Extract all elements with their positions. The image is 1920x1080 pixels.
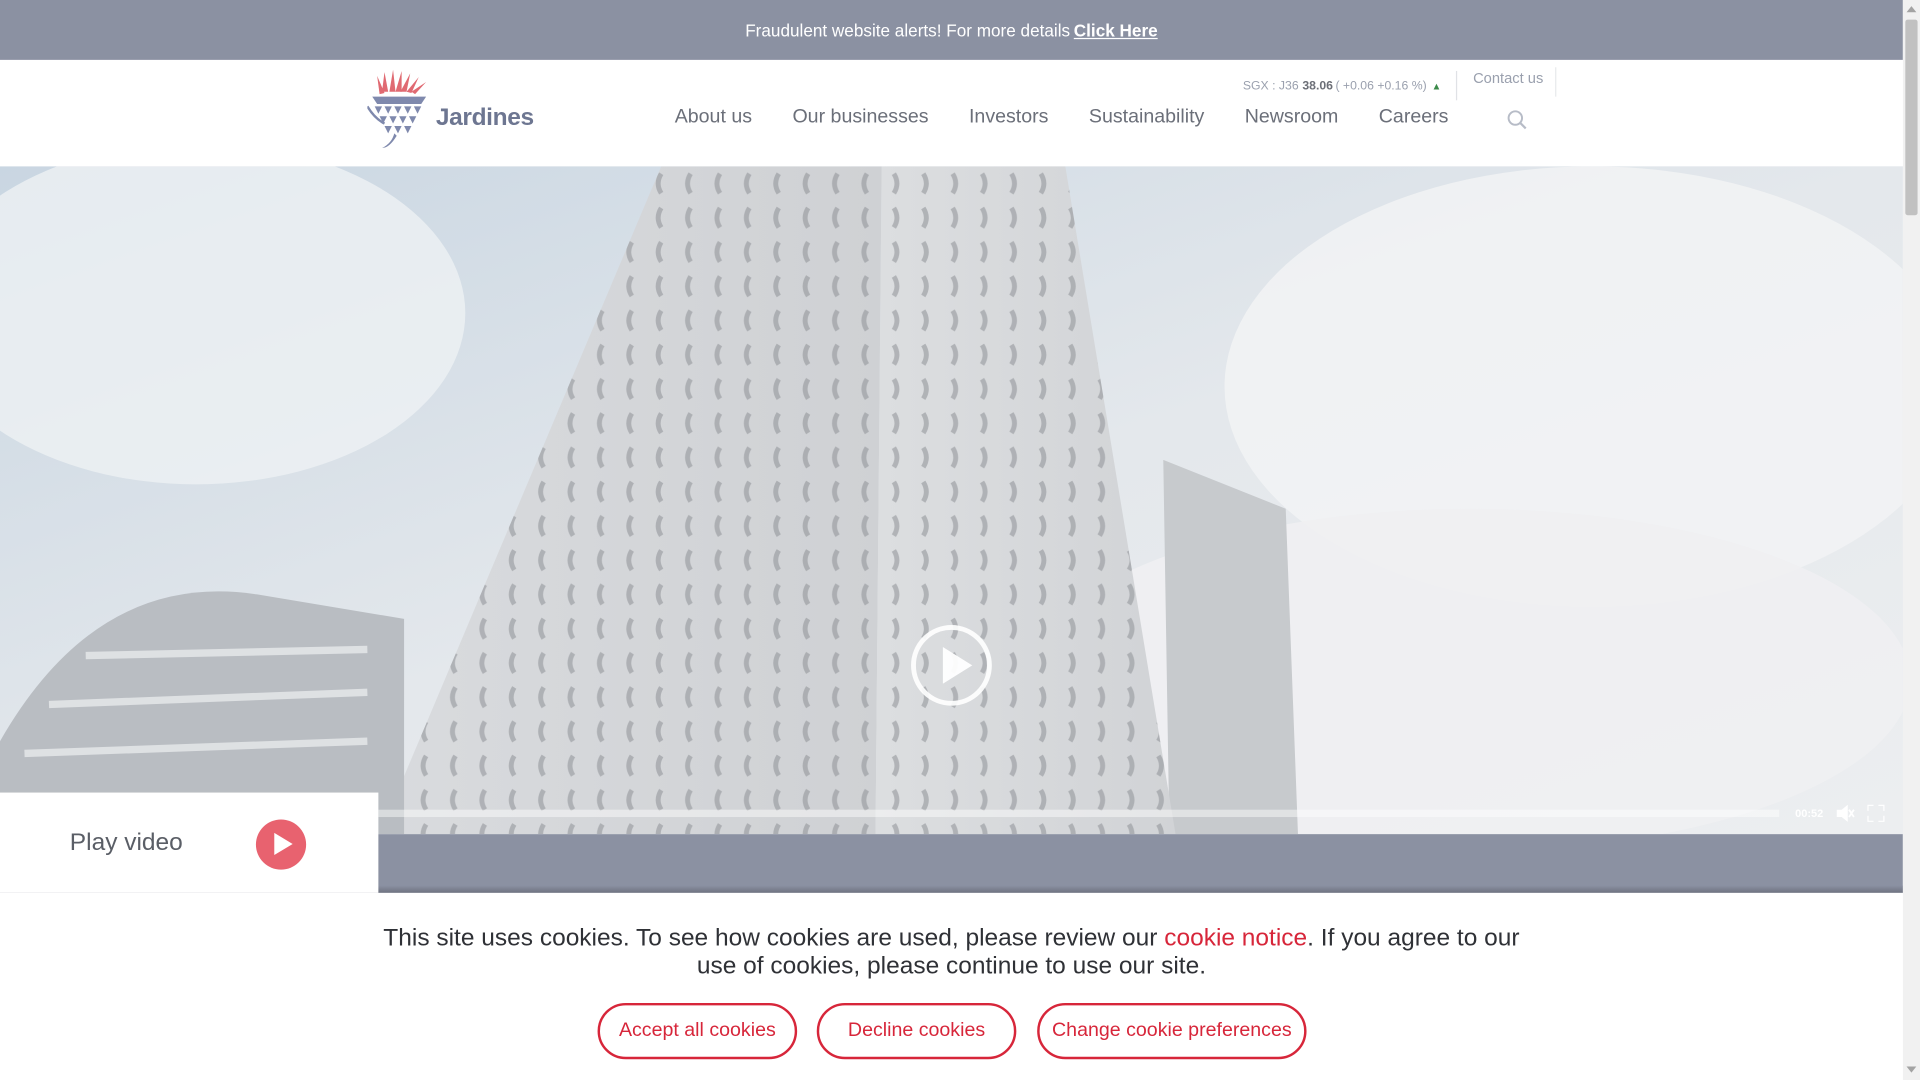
video-time: 00:52 (1795, 807, 1824, 820)
search-icon[interactable] (1506, 109, 1528, 131)
fraud-alert-link[interactable]: Click Here (1074, 20, 1158, 40)
thistle-logo-icon (367, 69, 427, 148)
site-header: Jardines SGX : J36 38.06 ( +0.06 +0.16 %… (0, 59, 1903, 167)
stock-change: ( +0.06 +0.16 %) (1335, 78, 1427, 93)
main-nav: About us Our businesses Investors Sustai… (675, 106, 1489, 128)
contact-us-link[interactable]: Contact us (1473, 70, 1543, 87)
play-video-label: Play video (69, 828, 183, 856)
cookie-text-before: This site uses cookies. To see how cooki… (383, 924, 1165, 952)
page: Fraudulent website alerts! For more deta… (0, 0, 1920, 1080)
fraud-alert-bar: Fraudulent website alerts! For more deta… (0, 0, 1903, 60)
nav-sustainability[interactable]: Sustainability (1089, 106, 1204, 128)
nav-newsroom[interactable]: Newsroom (1245, 106, 1339, 128)
stock-symbol: SGX : J36 (1242, 78, 1299, 93)
video-progress-bar[interactable] (378, 809, 1780, 818)
nav-our-businesses[interactable]: Our businesses (792, 106, 928, 128)
divider (1455, 70, 1458, 101)
triangle-up-icon: ▲ (1431, 80, 1442, 92)
nav-careers[interactable]: Careers (1379, 106, 1449, 128)
divider (1555, 67, 1557, 97)
cookie-notice-link[interactable]: cookie notice (1164, 925, 1307, 952)
building-video-frame (0, 166, 1903, 835)
hero-video[interactable] (0, 166, 1903, 835)
cookie-banner: This site uses cookies. To see how cooki… (0, 892, 1903, 1080)
video-controls: 00:52 (378, 793, 1903, 835)
stock-ticker: SGX : J36 38.06 ( +0.06 +0.16 %) ▲ (1242, 70, 1458, 101)
cookie-preferences-button[interactable]: Change cookie preferences (1037, 1002, 1307, 1060)
stock-price: 38.06 (1302, 78, 1334, 93)
cookie-message: This site uses cookies. To see how cooki… (367, 925, 1535, 981)
nav-about-us[interactable]: About us (675, 106, 752, 128)
play-icon[interactable] (911, 625, 992, 706)
scroll-down-arrow-icon[interactable] (1906, 1066, 1917, 1073)
scroll-up-arrow-icon[interactable] (1906, 6, 1917, 13)
home-logo-link[interactable]: Jardines (367, 69, 534, 151)
fullscreen-icon[interactable] (1867, 804, 1885, 822)
play-video-button[interactable]: Play video (0, 792, 379, 893)
scroll-thumb[interactable] (1905, 19, 1918, 216)
mute-icon[interactable] (1836, 804, 1856, 822)
brand-name: Jardines (435, 103, 534, 131)
play-icon[interactable] (255, 819, 307, 870)
fraud-alert-text: Fraudulent website alerts! For more deta… (745, 20, 1071, 40)
decline-cookies-button[interactable]: Decline cookies (816, 1002, 1017, 1060)
scrollbar[interactable] (1902, 0, 1920, 1080)
nav-investors[interactable]: Investors (969, 106, 1048, 128)
accept-cookies-button[interactable]: Accept all cookies (597, 1002, 798, 1060)
